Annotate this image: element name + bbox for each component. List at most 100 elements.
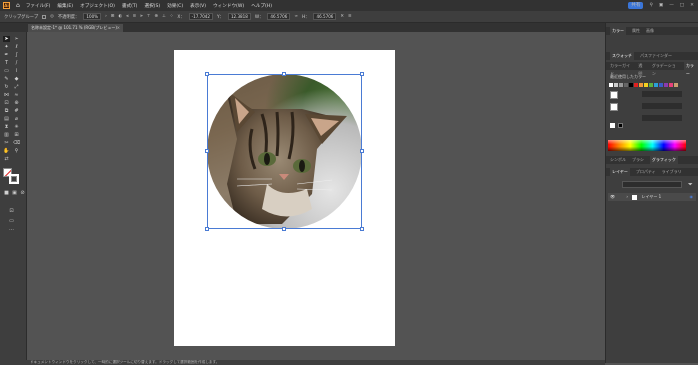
workspace-icon[interactable]: ▣ bbox=[659, 3, 663, 8]
magic-wand-tool-icon[interactable]: ✦ bbox=[3, 44, 10, 50]
color-slider[interactable] bbox=[642, 91, 682, 97]
resize-handle[interactable] bbox=[282, 72, 286, 76]
menu-type[interactable]: 書式(T) bbox=[122, 3, 138, 9]
tab-color-guide[interactable]: カラーガイド bbox=[610, 62, 632, 76]
isolate-icon[interactable]: ✕ bbox=[340, 14, 344, 19]
menu-edit[interactable]: 編集(E) bbox=[57, 3, 73, 9]
document-tab[interactable]: 名称未設定-1* @ 101.71 % (RGB/プレビュー) × bbox=[28, 24, 123, 32]
recent-color-swatch[interactable] bbox=[639, 83, 643, 87]
globe-icon[interactable]: ◎ bbox=[50, 14, 54, 19]
eyedropper-tool-icon[interactable]: ⌀ bbox=[13, 116, 20, 122]
tab-pathfinder[interactable]: パスファインダー bbox=[640, 52, 672, 60]
paintbrush-tool-icon[interactable]: ⌇ bbox=[13, 68, 20, 74]
tab-layers[interactable]: レイヤー bbox=[610, 168, 630, 176]
layer-row[interactable]: 👁 › レイヤー 1 ◉ bbox=[608, 193, 696, 201]
align-top-icon[interactable]: ⊤ bbox=[147, 14, 151, 19]
maximize-icon[interactable]: □ bbox=[680, 3, 684, 8]
layer-search-input[interactable] bbox=[622, 181, 682, 188]
recent-color-swatch[interactable] bbox=[619, 83, 623, 87]
recent-color-swatch[interactable] bbox=[609, 83, 613, 87]
tab-libraries[interactable]: ライブラリ bbox=[662, 168, 682, 176]
resize-handle[interactable] bbox=[360, 227, 364, 231]
gradient-mode-icon[interactable]: ▣ bbox=[11, 190, 18, 196]
visibility-eye-icon[interactable]: 👁 bbox=[610, 194, 615, 199]
menu-effect[interactable]: 効果(C) bbox=[167, 3, 183, 9]
tab-color[interactable]: カラー bbox=[610, 27, 626, 35]
menu-object[interactable]: オブジェクト(O) bbox=[80, 3, 115, 9]
tab-graphic-styles[interactable]: グラフィック bbox=[649, 156, 678, 164]
shaper-tool-icon[interactable]: ◆ bbox=[13, 76, 20, 82]
align-bottom-icon[interactable]: ⊥ bbox=[162, 14, 166, 19]
recent-color-swatch[interactable] bbox=[659, 83, 663, 87]
free-transform-tool-icon[interactable]: ⊡ bbox=[3, 100, 10, 106]
selection-tool-icon[interactable]: ➤ bbox=[3, 36, 10, 42]
mesh-tool-icon[interactable]: # bbox=[13, 108, 20, 114]
tab-properties[interactable]: プロパティ bbox=[636, 168, 656, 176]
resize-handle[interactable] bbox=[360, 72, 364, 76]
align-right-icon[interactable]: ⫸ bbox=[140, 14, 142, 19]
none-mode-icon[interactable]: ⊘ bbox=[19, 190, 26, 196]
type-tool-icon[interactable]: T bbox=[3, 60, 10, 66]
lasso-tool-icon[interactable]: ℓ bbox=[13, 44, 20, 50]
eraser-tool-icon[interactable]: ⌫ bbox=[13, 140, 20, 146]
minimize-icon[interactable]: — bbox=[669, 3, 674, 8]
gradient-tool-icon[interactable]: ▤ bbox=[3, 116, 10, 122]
tab-symbols[interactable]: シンボル bbox=[610, 156, 626, 164]
recent-color-swatch[interactable] bbox=[629, 83, 633, 87]
warp-tool-icon[interactable]: ≈ bbox=[13, 92, 20, 98]
share-button[interactable]: 共有 bbox=[628, 2, 644, 9]
resize-handle[interactable] bbox=[205, 72, 209, 76]
align-center-icon[interactable]: ≡ bbox=[133, 14, 137, 19]
artboard-tool-icon[interactable]: ⊞ bbox=[13, 132, 20, 138]
direct-selection-tool-icon[interactable]: ➢ bbox=[13, 36, 20, 42]
color-slider[interactable] bbox=[642, 103, 682, 109]
menu-window[interactable]: ウィンドウ(W) bbox=[213, 3, 244, 9]
more-tools-icon[interactable]: … bbox=[8, 226, 15, 232]
stroke-color-box[interactable] bbox=[610, 103, 618, 111]
zoom-tool-icon[interactable]: ⚲ bbox=[13, 148, 20, 154]
x-field[interactable]: -17.7042 bbox=[188, 13, 214, 20]
align-middle-icon[interactable]: ⊕ bbox=[154, 14, 158, 19]
tab-color-panel[interactable]: カラー bbox=[683, 62, 698, 76]
y-field[interactable]: 12.3818 bbox=[227, 13, 251, 20]
selection-bounding-box[interactable] bbox=[205, 72, 364, 231]
stroke-swatch-icon[interactable] bbox=[42, 14, 47, 19]
transform-icon[interactable]: ⊞ bbox=[111, 14, 115, 19]
column-graph-tool-icon[interactable]: ▥ bbox=[3, 132, 10, 138]
slice-tool-icon[interactable]: ✂ bbox=[3, 140, 10, 146]
search-icon[interactable]: ⚲ bbox=[649, 3, 652, 8]
color-mode-icon[interactable]: ■ bbox=[3, 190, 10, 196]
recent-color-swatch[interactable] bbox=[664, 83, 668, 87]
rectangle-tool-icon[interactable]: ▭ bbox=[3, 68, 10, 74]
menu-icon[interactable]: ≡ bbox=[348, 14, 352, 19]
fill-color-box[interactable] bbox=[610, 91, 618, 99]
screen-mode-icon[interactable]: ▭ bbox=[8, 218, 15, 224]
recent-color-swatch[interactable] bbox=[669, 83, 673, 87]
black-swatch[interactable] bbox=[618, 123, 623, 128]
home-icon[interactable]: ⌂ bbox=[16, 2, 20, 9]
blend-tool-icon[interactable]: ⧗ bbox=[3, 124, 10, 130]
pencil-tool-icon[interactable]: ✎ bbox=[3, 76, 10, 82]
rotate-tool-icon[interactable]: ↻ bbox=[3, 84, 10, 90]
layer-name[interactable]: レイヤー 1 bbox=[642, 194, 662, 199]
recent-color-swatch[interactable] bbox=[649, 83, 653, 87]
filter-icon[interactable]: ⏷ bbox=[688, 181, 693, 189]
recent-color-swatch[interactable] bbox=[624, 83, 628, 87]
resize-handle[interactable] bbox=[205, 149, 209, 153]
pen-tool-icon[interactable]: ✒ bbox=[3, 52, 10, 58]
resize-handle[interactable] bbox=[360, 149, 364, 153]
curvature-tool-icon[interactable]: ∫ bbox=[13, 52, 20, 58]
menu-select[interactable]: 選択(S) bbox=[144, 3, 160, 9]
tab-attributes[interactable]: 属性 bbox=[632, 27, 640, 35]
menu-help[interactable]: ヘルプ(H) bbox=[251, 3, 272, 9]
resize-handle[interactable] bbox=[205, 227, 209, 231]
expand-arrow-icon[interactable]: › bbox=[626, 194, 628, 199]
color-spectrum[interactable] bbox=[608, 140, 686, 151]
tab-swatches[interactable]: スウォッチ bbox=[610, 52, 634, 60]
draw-mode-icon[interactable]: ⊡ bbox=[8, 208, 15, 214]
hand-tool-icon[interactable]: ✋ bbox=[3, 148, 10, 154]
close-tab-icon[interactable]: × bbox=[117, 24, 120, 32]
color-slider[interactable] bbox=[642, 115, 682, 121]
recent-color-swatch[interactable] bbox=[654, 83, 658, 87]
close-icon[interactable]: ✕ bbox=[690, 3, 694, 8]
